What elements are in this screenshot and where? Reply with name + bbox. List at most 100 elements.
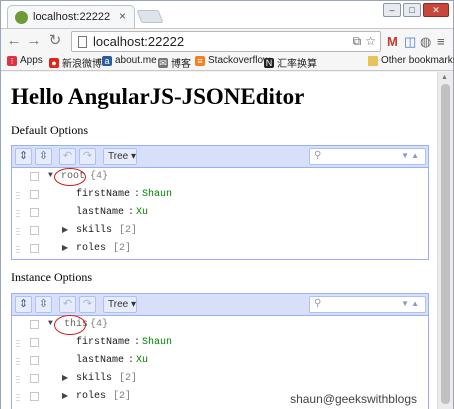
tree-row[interactable]: firstName : Shaun: [12, 334, 428, 352]
expand-all-icon[interactable]: ⇕: [15, 148, 32, 165]
page-icon: [78, 36, 87, 48]
editor-menu: ⇕ ⇳ ↶ ↷ Tree ▾ ⚲ ▼▲: [12, 146, 428, 168]
drag-handle-icon[interactable]: [16, 357, 20, 366]
minimize-button[interactable]: –: [383, 3, 401, 17]
search-input[interactable]: ⚲ ▼▲: [309, 296, 426, 313]
browser-toolbar: ← → ↻ localhost:22222 ⧉ ☆ M ◫ ◍ ≡: [1, 28, 453, 53]
new-tab-button[interactable]: [136, 10, 164, 23]
field-key[interactable]: roles: [76, 243, 106, 254]
section-instance-options: Instance Options: [11, 270, 92, 284]
tree-row[interactable]: ▶ skills [2]: [12, 222, 428, 240]
context-menu-button[interactable]: [30, 244, 39, 253]
field-key[interactable]: skills: [76, 225, 112, 236]
bookmark-weibo[interactable]: ● 新浪微博: [49, 55, 102, 70]
tree-row[interactable]: firstName : Shaun: [12, 186, 428, 204]
field-value[interactable]: Xu: [136, 355, 148, 366]
omnibox-actions: ⧉ ☆: [353, 34, 376, 49]
url-text: localhost:22222: [93, 34, 185, 49]
bookmark-label: Apps: [20, 55, 43, 66]
page-action-icon[interactable]: ⧉: [353, 34, 362, 49]
redo-icon[interactable]: ↷: [79, 296, 96, 313]
context-menu-button[interactable]: [30, 356, 39, 365]
expand-triangle-icon[interactable]: ▶: [62, 373, 68, 383]
item-count: {4}: [90, 319, 109, 330]
bookmark-stackoverflow[interactable]: ≡ Stackoverflow: [195, 55, 270, 66]
forward-icon[interactable]: →: [25, 32, 43, 50]
close-window-button[interactable]: ✕: [423, 3, 449, 17]
mode-dropdown[interactable]: Tree ▾: [103, 148, 137, 165]
field-value[interactable]: Shaun: [142, 337, 172, 348]
bookmark-other[interactable]: Other bookmarks: [368, 55, 454, 66]
extension-globe-icon[interactable]: ◍: [420, 34, 431, 50]
drag-handle-icon[interactable]: [16, 339, 20, 348]
search-icon: ⚲: [314, 298, 322, 309]
field-key[interactable]: firstName: [76, 189, 130, 200]
context-menu-button[interactable]: [30, 320, 39, 329]
bookmark-label: Other bookmarks: [381, 55, 454, 66]
expand-all-icon[interactable]: ⇕: [15, 296, 32, 313]
collapse-triangle-icon[interactable]: ▼: [48, 319, 53, 328]
scroll-thumb[interactable]: [441, 84, 450, 404]
vertical-scrollbar[interactable]: ▲: [437, 72, 453, 409]
context-menu-button[interactable]: [30, 392, 39, 401]
context-menu-button[interactable]: [30, 338, 39, 347]
expand-triangle-icon[interactable]: ▶: [62, 391, 68, 401]
menu-icon[interactable]: ≡: [437, 34, 445, 50]
field-value[interactable]: Shaun: [142, 189, 172, 200]
tab-strip: localhost:22222 × – □ ✕: [1, 1, 453, 28]
drag-handle-icon[interactable]: [16, 191, 20, 200]
browser-tab[interactable]: localhost:22222 ×: [7, 5, 135, 28]
bookmark-aboutme[interactable]: a about.me: [102, 55, 157, 66]
reload-icon[interactable]: ↻: [46, 32, 64, 50]
field-key[interactable]: lastName: [76, 355, 124, 366]
context-menu-button[interactable]: [30, 208, 39, 217]
section-default-options: Default Options: [11, 123, 88, 137]
mode-label: Tree: [108, 299, 129, 310]
drag-handle-icon[interactable]: [16, 375, 20, 384]
field-key[interactable]: roles: [76, 391, 106, 402]
scroll-up-icon[interactable]: ▲: [441, 74, 448, 81]
tab-title: localhost:22222: [33, 11, 111, 23]
collapse-all-icon[interactable]: ⇳: [35, 148, 52, 165]
context-menu-button[interactable]: [30, 190, 39, 199]
item-count: [2]: [119, 373, 138, 384]
mode-dropdown[interactable]: Tree ▾: [103, 296, 137, 313]
tree-row[interactable]: lastName : Xu: [12, 352, 428, 370]
collapse-all-icon[interactable]: ⇳: [35, 296, 52, 313]
field-key[interactable]: firstName: [76, 337, 130, 348]
expand-triangle-icon[interactable]: ▶: [62, 225, 68, 235]
drag-handle-icon[interactable]: [16, 245, 20, 254]
close-tab-icon[interactable]: ×: [119, 9, 126, 23]
undo-icon[interactable]: ↶: [59, 148, 76, 165]
address-bar[interactable]: localhost:22222 ⧉ ☆: [71, 31, 381, 52]
undo-icon[interactable]: ↶: [59, 296, 76, 313]
context-menu-button[interactable]: [30, 226, 39, 235]
drag-handle-icon[interactable]: [16, 393, 20, 402]
extension-icon[interactable]: ◫: [404, 34, 416, 50]
collapse-triangle-icon[interactable]: ▼: [48, 171, 53, 180]
favicon-icon: [15, 11, 28, 24]
field-value[interactable]: Xu: [136, 207, 148, 218]
drag-handle-icon[interactable]: [16, 209, 20, 218]
field-key[interactable]: lastName: [76, 207, 124, 218]
context-menu-button[interactable]: [30, 374, 39, 383]
tree-row[interactable]: ▶ skills [2]: [12, 370, 428, 388]
tree-row[interactable]: lastName : Xu: [12, 204, 428, 222]
search-nav-icons[interactable]: ▼▲: [401, 299, 421, 308]
field-separator: :: [134, 337, 141, 348]
bookmark-star-icon[interactable]: ☆: [365, 34, 376, 49]
bookmark-exchange-rate[interactable]: N 汇率换算: [264, 55, 317, 70]
bookmark-apps[interactable]: ⁝ Apps: [7, 55, 43, 66]
gmail-extension-icon[interactable]: M: [387, 34, 398, 50]
back-icon[interactable]: ←: [5, 32, 23, 50]
bookmark-blog[interactable]: ✉ 博客: [158, 55, 191, 70]
redo-icon[interactable]: ↷: [79, 148, 96, 165]
field-key[interactable]: skills: [76, 373, 112, 384]
tree-row[interactable]: ▶ roles [2]: [12, 240, 428, 258]
maximize-button[interactable]: □: [403, 3, 421, 17]
search-input[interactable]: ⚲ ▼▲: [309, 148, 426, 165]
drag-handle-icon[interactable]: [16, 227, 20, 236]
search-nav-icons[interactable]: ▼▲: [401, 151, 421, 160]
context-menu-button[interactable]: [30, 172, 39, 181]
expand-triangle-icon[interactable]: ▶: [62, 243, 68, 253]
